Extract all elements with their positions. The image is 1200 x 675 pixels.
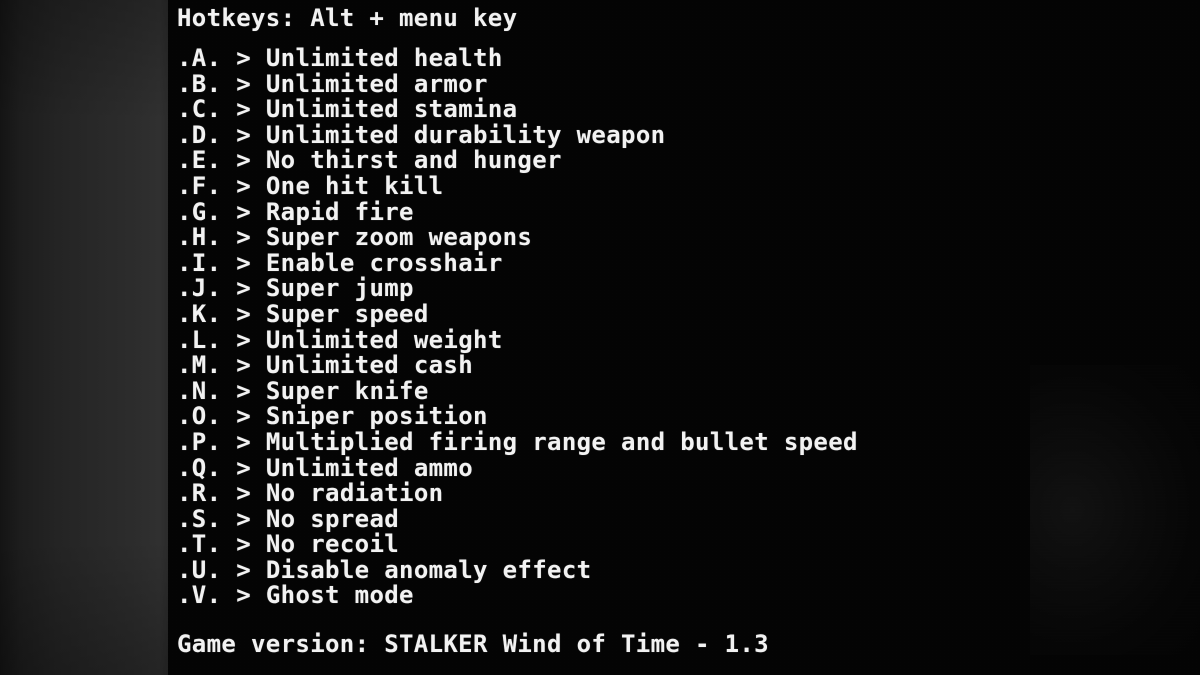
cheat-label: Multiplied firing range and bullet speed bbox=[265, 427, 858, 456]
arrow-icon: > bbox=[236, 504, 252, 533]
cheat-row[interactable]: .C. > Unlimited stamina bbox=[177, 95, 1197, 124]
cheat-list-text-block: Hotkeys: Alt + menu key .A. > Unlimited … bbox=[177, 5, 1197, 658]
cheat-row[interactable]: .I. > Enable crosshair bbox=[177, 248, 1197, 277]
arrow-icon: > bbox=[236, 453, 252, 482]
cheat-row[interactable]: .T. > No recoil bbox=[177, 530, 1197, 559]
cheat-hotkey: .L. bbox=[177, 325, 222, 354]
cheat-label: Unlimited health bbox=[265, 44, 503, 72]
arrow-icon: > bbox=[236, 351, 252, 380]
cheat-label: Super knife bbox=[265, 376, 429, 405]
cheat-row[interactable]: .H. > Super zoom weapons bbox=[177, 223, 1197, 252]
cheat-row[interactable]: .K. > Super speed bbox=[177, 299, 1197, 328]
cheat-label: Super zoom weapons bbox=[265, 223, 533, 252]
cheat-label: Rapid fire bbox=[265, 197, 414, 226]
cheat-row[interactable]: .F. > One hit kill bbox=[177, 171, 1197, 200]
cheat-hotkey: .V. bbox=[177, 581, 222, 610]
cheat-hotkey: .E. bbox=[177, 146, 222, 175]
cheat-row[interactable]: .V. > Ghost mode bbox=[177, 583, 1197, 609]
cheat-label: No recoil bbox=[265, 530, 400, 559]
cheat-hotkey: .T. bbox=[177, 530, 222, 559]
hotkeys-title: Hotkeys: Alt + menu key bbox=[177, 4, 518, 32]
cheat-label: Unlimited durability weapon bbox=[265, 120, 666, 149]
cheat-row[interactable]: .U. > Disable anomaly effect bbox=[177, 555, 1197, 584]
arrow-icon: > bbox=[236, 402, 252, 431]
cheat-label: Disable anomaly effect bbox=[265, 555, 592, 584]
cheat-hotkey: .D. bbox=[177, 120, 222, 149]
cheat-row[interactable]: .S. > No spread bbox=[177, 504, 1197, 533]
cheat-row[interactable]: .L. > Unlimited weight bbox=[177, 325, 1197, 354]
cheat-label: No radiation bbox=[265, 479, 444, 508]
cheat-hotkey: .H. bbox=[177, 223, 222, 252]
cheat-hotkey: .U. bbox=[177, 555, 222, 584]
cheat-row[interactable]: .E. > No thirst and hunger bbox=[177, 148, 1197, 174]
arrow-icon: > bbox=[236, 427, 252, 456]
cheat-label: Ghost mode bbox=[265, 581, 414, 610]
cheat-hotkey: .G. bbox=[177, 197, 222, 226]
console-panel: Hotkeys: Alt + menu key .A. > Unlimited … bbox=[168, 0, 1200, 675]
cheat-row[interactable]: .B. > Unlimited armor bbox=[177, 69, 1197, 98]
arrow-icon: > bbox=[236, 223, 252, 252]
cheat-label: Unlimited ammo bbox=[265, 453, 474, 482]
cheat-hotkey: .R. bbox=[177, 479, 222, 508]
game-version-line: Game version: STALKER Wind of Time - 1.3 bbox=[177, 630, 769, 659]
cheat-label: Enable crosshair bbox=[265, 248, 503, 277]
cheat-row[interactable]: .N. > Super knife bbox=[177, 376, 1197, 405]
arrow-icon: > bbox=[236, 299, 252, 328]
cheat-row[interactable]: .J. > Super jump bbox=[177, 276, 1197, 302]
cheat-hotkey: .Q. bbox=[177, 453, 222, 482]
arrow-icon: > bbox=[236, 95, 252, 124]
arrow-icon: > bbox=[236, 146, 252, 175]
arrow-icon: > bbox=[236, 197, 252, 226]
cheat-hotkey: .K. bbox=[177, 299, 222, 328]
arrow-icon: > bbox=[236, 581, 252, 610]
cheat-label: Unlimited cash bbox=[265, 351, 474, 380]
footer-spacer bbox=[177, 609, 1197, 632]
cheat-label: Sniper position bbox=[265, 402, 488, 431]
cheat-label: Unlimited weight bbox=[265, 325, 503, 354]
cheat-hotkey: .C. bbox=[177, 95, 222, 124]
cheat-label: Unlimited armor bbox=[265, 69, 488, 98]
arrow-icon: > bbox=[236, 120, 252, 149]
cheat-hotkey: .O. bbox=[177, 402, 222, 431]
cheat-row[interactable]: .A. > Unlimited health bbox=[177, 44, 1197, 72]
cheat-hotkey: .P. bbox=[177, 427, 222, 456]
cheat-row[interactable]: .R. > No radiation bbox=[177, 479, 1197, 508]
cheat-trainer-overlay: Hotkeys: Alt + menu key .A. > Unlimited … bbox=[0, 0, 1200, 675]
cheat-hotkey: .I. bbox=[177, 248, 222, 277]
arrow-icon: > bbox=[236, 69, 252, 98]
cheat-label: No spread bbox=[265, 504, 400, 533]
arrow-icon: > bbox=[236, 555, 252, 584]
arrow-icon: > bbox=[236, 376, 252, 405]
arrow-icon: > bbox=[236, 479, 252, 508]
cheat-label: Unlimited stamina bbox=[265, 95, 518, 124]
arrow-icon: > bbox=[236, 530, 252, 559]
cheat-hotkey: .F. bbox=[177, 171, 222, 200]
arrow-icon: > bbox=[236, 44, 252, 72]
cheat-row[interactable]: .M. > Unlimited cash bbox=[177, 351, 1197, 380]
cheat-list: .A. > Unlimited health .B. > Unlimited ar… bbox=[177, 44, 1197, 609]
cheat-hotkey: .S. bbox=[177, 504, 222, 533]
cheat-row[interactable]: .P. > Multiplied firing range and bullet… bbox=[177, 427, 1197, 456]
cheat-label: Super speed bbox=[265, 299, 429, 328]
cheat-hotkey: .A. bbox=[177, 44, 222, 72]
arrow-icon: > bbox=[236, 274, 252, 303]
cheat-hotkey: .M. bbox=[177, 351, 222, 380]
cheat-row[interactable]: .O. > Sniper position bbox=[177, 404, 1197, 430]
cheat-row[interactable]: .D. > Unlimited durability weapon bbox=[177, 120, 1197, 149]
cheat-label: Super jump bbox=[265, 274, 414, 303]
cheat-row[interactable]: .Q. > Unlimited ammo bbox=[177, 453, 1197, 482]
left-letterbox-bar bbox=[0, 0, 168, 675]
cheat-row[interactable]: .G. > Rapid fire bbox=[177, 197, 1197, 226]
arrow-icon: > bbox=[236, 325, 252, 354]
cheat-hotkey: .B. bbox=[177, 69, 222, 98]
cheat-hotkey: .N. bbox=[177, 376, 222, 405]
cheat-hotkey: .J. bbox=[177, 274, 222, 303]
arrow-icon: > bbox=[236, 171, 252, 200]
cheat-label: No thirst and hunger bbox=[265, 146, 562, 175]
cheat-label: One hit kill bbox=[265, 171, 444, 200]
arrow-icon: > bbox=[236, 248, 252, 277]
